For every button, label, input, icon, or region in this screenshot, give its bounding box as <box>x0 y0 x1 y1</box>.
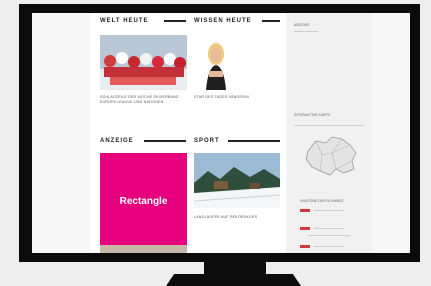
article-image-wissen-heute[interactable] <box>194 35 280 90</box>
sidebar-flag-red <box>300 245 310 248</box>
article-caption-welt-heute[interactable]: Schlagzeile der Woche Skiverband Europa … <box>100 95 180 105</box>
monitor-stand-neck <box>204 262 266 275</box>
ad-rectangle-label: Rectangle <box>119 196 168 207</box>
section-rule <box>262 20 280 22</box>
page-right-margin <box>372 13 410 253</box>
section-heading-anzeige: ANZEIGE <box>100 138 134 144</box>
section-heading-wissen-heute[interactable]: WISSEN HEUTE <box>194 17 252 25</box>
section-rule <box>164 20 186 22</box>
sidebar-text-line <box>314 246 344 247</box>
sidebar-divider <box>294 125 364 126</box>
article-image-welt-heute[interactable] <box>100 35 187 90</box>
sidebar-text-line <box>308 235 350 236</box>
sidebar-divider <box>294 31 318 32</box>
sidebar-text-line <box>314 228 344 229</box>
monitor-screen: WELT HEUTE WISSEN HEUTE Schlagzeile der … <box>32 13 410 253</box>
article-image-sport[interactable] <box>194 153 280 208</box>
section-heading-sport[interactable]: SPORT <box>194 137 220 145</box>
sidebar-text-line <box>314 210 344 211</box>
section-heading-welt-heute[interactable]: WELT HEUTE <box>100 17 149 25</box>
sidebar-map-title[interactable]: Interaktive Karte <box>294 113 358 118</box>
monitor-stand-base <box>166 274 301 286</box>
sidebar-flag-red <box>300 209 310 212</box>
article-caption-wissen-heute[interactable]: Star des Tages Sängerin <box>194 95 274 100</box>
switzerland-map[interactable] <box>302 131 360 181</box>
page-left-margin <box>32 13 90 253</box>
sidebar-anzeige-label: Anzeige <box>294 23 310 27</box>
sidebar-map-caption: Kantone der Schweiz <box>300 199 344 203</box>
ad-rectangle[interactable]: Rectangle <box>100 153 187 250</box>
article-image-bottom[interactable] <box>100 245 187 253</box>
section-rule <box>228 140 280 142</box>
section-rule <box>144 140 186 142</box>
article-caption-sport[interactable]: Langläufer auf Rekordkurs <box>194 215 274 220</box>
sidebar-flag-red <box>300 227 310 230</box>
